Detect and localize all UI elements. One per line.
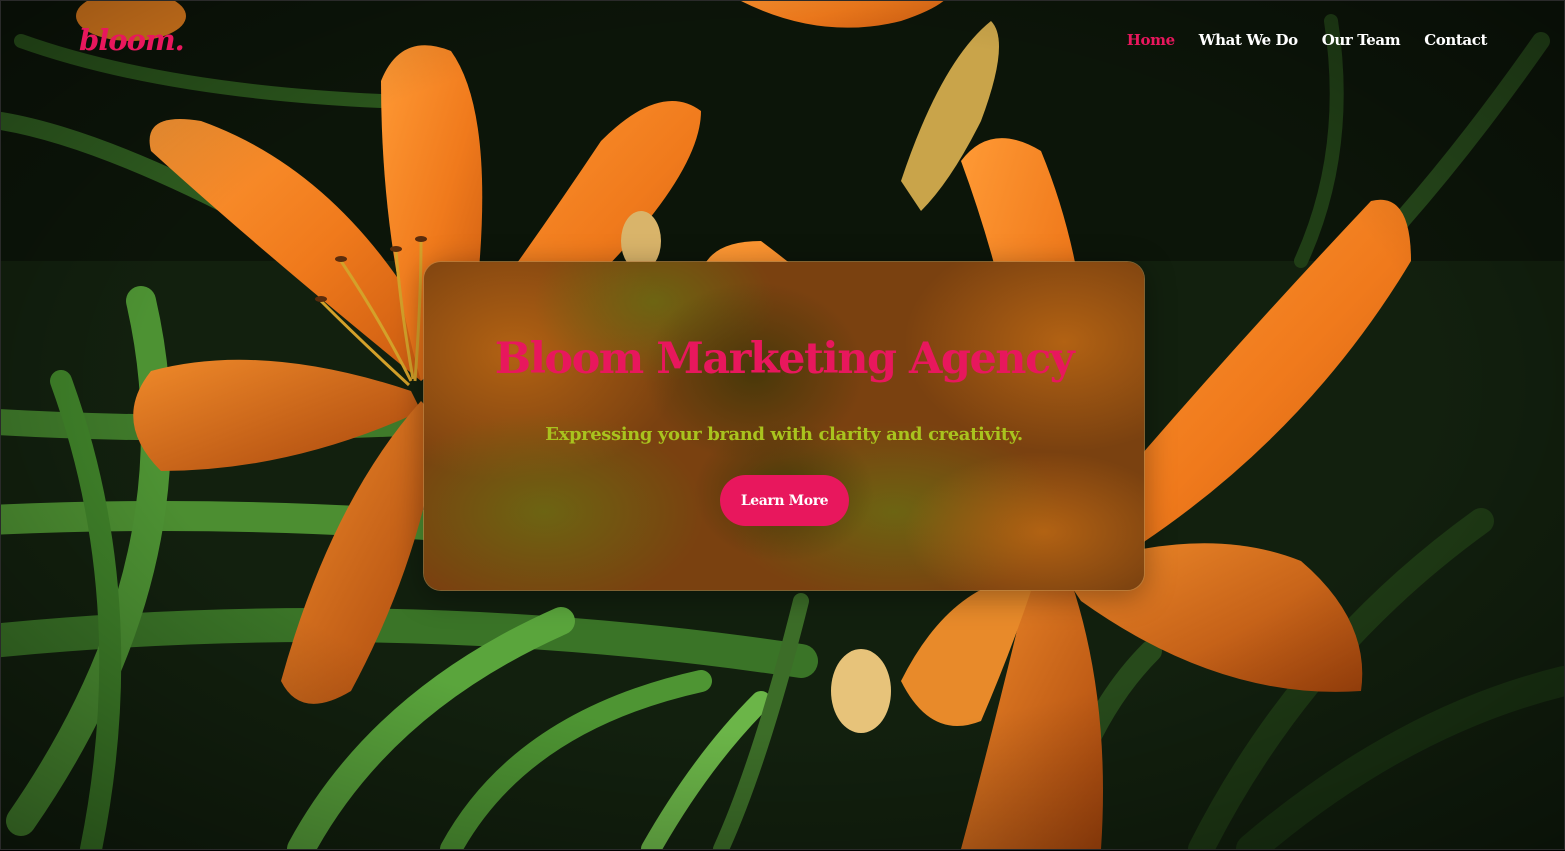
hero-title: Bloom Marketing Agency xyxy=(494,334,1075,384)
nav-item-our-team[interactable]: Our Team xyxy=(1322,31,1401,49)
hero-card: Bloom Marketing Agency Expressing your b… xyxy=(423,261,1145,591)
logo-text: bloom. xyxy=(79,23,184,57)
page: bloom. Home What We Do Our Team Contact xyxy=(0,0,1565,850)
hero-subtitle: Expressing your brand with clarity and c… xyxy=(545,424,1023,445)
nav-item-what-we-do[interactable]: What We Do xyxy=(1199,31,1298,49)
nav-item-contact[interactable]: Contact xyxy=(1424,31,1487,49)
main-nav: Home What We Do Our Team Contact xyxy=(1127,31,1488,49)
hero-card-content: Bloom Marketing Agency Expressing your b… xyxy=(424,262,1144,590)
bloom-logo[interactable]: bloom. xyxy=(79,23,187,59)
nav-item-home[interactable]: Home xyxy=(1127,31,1175,49)
learn-more-button[interactable]: Learn More xyxy=(720,475,849,526)
